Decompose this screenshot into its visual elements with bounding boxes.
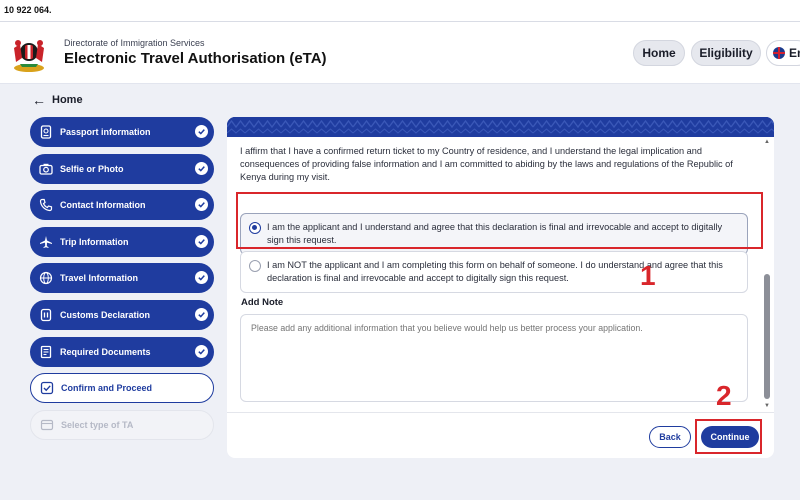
sidebar-item-label: Passport information xyxy=(60,127,151,137)
sidebar-item-label: Contact Information xyxy=(60,200,146,211)
customs-icon xyxy=(38,307,54,323)
highlight-box-step1 xyxy=(236,192,763,249)
arrow-left-icon: ← xyxy=(32,92,46,108)
nav-eligibility-button[interactable]: Eligibility xyxy=(691,40,761,66)
sidebar-item-selfie[interactable]: Selfie or Photo xyxy=(30,153,214,184)
sidebar-item-label: Customs Declaration xyxy=(60,309,151,320)
sidebar-item-travel[interactable]: Travel Information xyxy=(30,263,214,294)
back-home-label: Home xyxy=(52,94,83,106)
radio-unselected[interactable] xyxy=(249,260,261,272)
scroll-down-arrow-icon[interactable]: ▼ xyxy=(764,403,770,409)
page-title: Electronic Travel Authorisation (eTA) xyxy=(64,50,327,67)
sidebar-item-label: Trip Information xyxy=(60,236,129,247)
back-home-link[interactable]: ← Home xyxy=(32,92,83,108)
step-sidebar: Passport information Selfie or Photo Con… xyxy=(30,117,214,446)
globe-icon xyxy=(38,270,54,286)
phone-icon xyxy=(38,197,54,213)
passport-icon xyxy=(38,124,54,140)
check-icon xyxy=(195,161,208,175)
affirmation-text: I affirm that I have a confirmed return … xyxy=(240,146,733,182)
scrollbar[interactable]: ▲ ▼ xyxy=(763,139,772,409)
scroll-thumb[interactable] xyxy=(764,274,770,399)
sidebar-item-confirm[interactable]: Confirm and Proceed xyxy=(30,373,214,404)
check-icon xyxy=(195,234,208,248)
check-icon xyxy=(195,198,208,212)
document-icon xyxy=(38,344,54,360)
top-strip-text: 10 922 064. xyxy=(4,5,52,15)
sidebar-item-label: Select type of TA xyxy=(61,419,134,430)
declaration-panel: I affirm that I have a confirmed return … xyxy=(227,117,774,458)
sidebar-item-contact[interactable]: Contact Information xyxy=(30,190,214,221)
sidebar-item-label: Travel Information xyxy=(60,273,139,284)
option-not-applicant[interactable]: I am NOT the applicant and I am completi… xyxy=(240,251,748,293)
plane-icon xyxy=(38,234,54,250)
note-textarea[interactable] xyxy=(240,314,748,402)
language-selector[interactable]: En xyxy=(766,40,800,66)
check-icon xyxy=(195,307,208,321)
sidebar-item-passport[interactable]: Passport information xyxy=(30,117,214,147)
site-header: Directorate of Immigration Services Elec… xyxy=(0,22,800,84)
language-label: En xyxy=(789,46,800,60)
nav-home-button[interactable]: Home xyxy=(633,40,685,66)
add-note-label: Add Note xyxy=(241,297,284,308)
check-icon xyxy=(195,271,208,285)
footer-divider xyxy=(227,412,774,413)
decorative-banner xyxy=(227,117,774,137)
card-icon xyxy=(39,417,55,433)
checkbox-icon xyxy=(39,380,55,396)
highlight-box-step2 xyxy=(695,419,762,454)
check-icon xyxy=(195,344,208,358)
sidebar-item-select-ta: Select type of TA xyxy=(30,409,214,440)
sidebar-item-label: Confirm and Proceed xyxy=(61,383,153,394)
annotation-number-1: 1 xyxy=(640,260,656,291)
uk-flag-icon xyxy=(773,47,785,59)
org-name: Directorate of Immigration Services xyxy=(64,38,205,48)
sidebar-item-label: Selfie or Photo xyxy=(60,163,124,174)
annotation-number-2: 2 xyxy=(716,380,732,411)
check-icon xyxy=(195,125,208,138)
scroll-up-arrow-icon[interactable]: ▲ xyxy=(764,139,770,145)
sidebar-item-customs[interactable]: Customs Declaration xyxy=(30,299,214,330)
camera-icon xyxy=(38,161,54,177)
coat-of-arms-logo xyxy=(10,34,48,74)
back-button[interactable]: Back xyxy=(649,426,691,448)
sidebar-item-label: Required Documents xyxy=(60,346,151,357)
sidebar-item-documents[interactable]: Required Documents xyxy=(30,336,214,367)
sidebar-item-trip[interactable]: Trip Information xyxy=(30,226,214,257)
top-strip: 10 922 064. xyxy=(0,0,800,22)
